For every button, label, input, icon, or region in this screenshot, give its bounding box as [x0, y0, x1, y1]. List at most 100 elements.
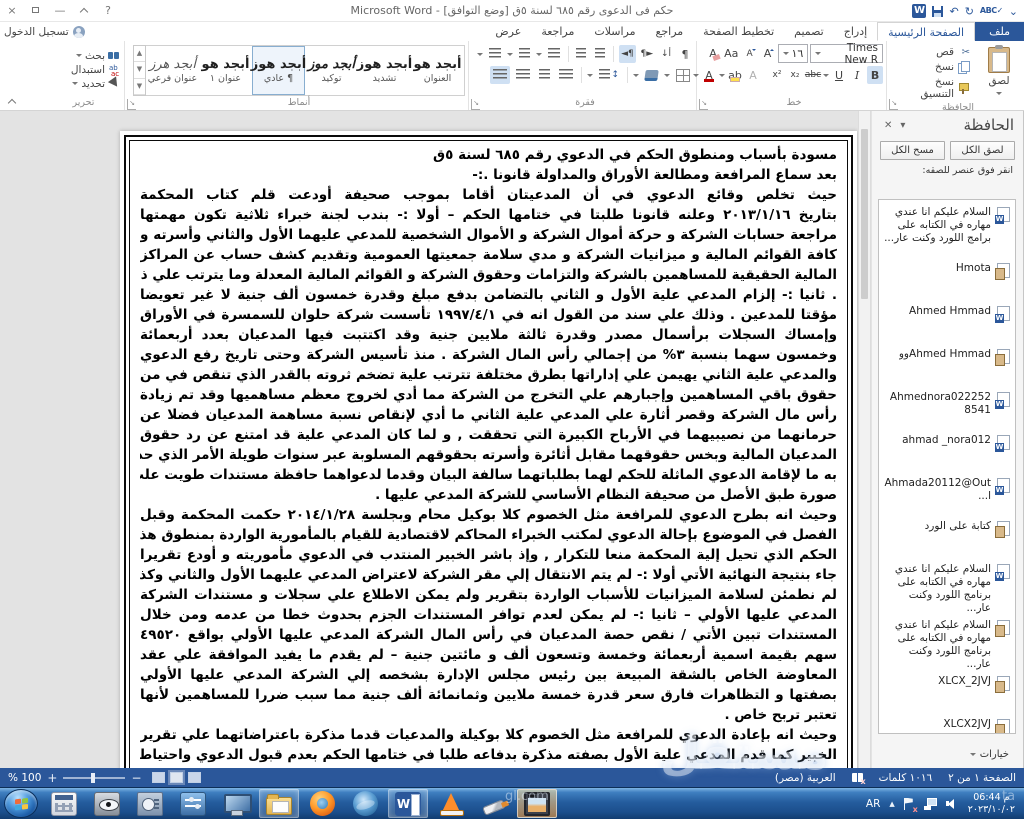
cut-button[interactable]: قص [895, 45, 973, 59]
language-indicator[interactable]: العربية (مصر) [775, 772, 836, 784]
close-icon[interactable]: × [0, 0, 24, 22]
sort-button[interactable]: أ↓ [658, 45, 674, 63]
ribbon-tab[interactable]: عرض [485, 22, 531, 41]
shading-icon[interactable] [642, 66, 661, 84]
save-icon[interactable] [932, 6, 943, 17]
align-left-icon[interactable] [513, 66, 533, 84]
bullet-list-icon[interactable] [486, 45, 504, 63]
italic-button[interactable]: I [849, 66, 865, 84]
clipboard-item[interactable]: السلام عليكم انا عندي مهاره في الكتابه ع… [882, 617, 1012, 673]
redo-icon[interactable]: ↻ [965, 6, 974, 17]
font-color-button[interactable]: A [701, 66, 717, 84]
style-item[interactable]: أبجد هو عنوان ١ [199, 46, 252, 95]
shrink-font-button[interactable]: A [742, 45, 758, 63]
paste-all-button[interactable]: لصق الكل [950, 141, 1015, 160]
pane-close-icon[interactable]: ✕ [880, 120, 896, 131]
strikethrough-button[interactable]: abc [805, 66, 821, 84]
show-hidden-icons-icon[interactable]: ▲ [889, 800, 894, 808]
undo-icon[interactable]: ↶ [949, 6, 958, 17]
numbering-dropdown-icon[interactable] [507, 53, 513, 59]
clipboard-item[interactable]: Ahmed Hmmadوو [882, 346, 1012, 389]
taskbar-app[interactable] [173, 789, 213, 818]
numbered-list-icon[interactable] [516, 45, 534, 63]
tab-file[interactable]: ملف [975, 22, 1024, 41]
multilevel-dropdown-icon[interactable] [536, 53, 542, 59]
clipboard-item[interactable]: ahmad _nora012 [882, 432, 1012, 475]
text-effects-button[interactable]: A [745, 66, 761, 84]
zoom-slider[interactable] [63, 777, 125, 779]
clipboard-item[interactable]: Ahmada20112@Outl... [882, 475, 1012, 518]
show-marks-button[interactable]: ¶ [677, 45, 693, 63]
paste-button[interactable]: لصق [977, 43, 1021, 101]
clipboard-dialog-launcher-icon[interactable] [889, 99, 898, 108]
highlight-color-button[interactable]: ab [727, 66, 743, 84]
network-icon[interactable] [924, 798, 937, 810]
superscript-button[interactable]: x² [769, 66, 785, 84]
volume-icon[interactable] [946, 798, 959, 810]
word-count[interactable]: ١٠١٦ كلمات [879, 772, 933, 784]
paragraph-dialog-launcher-icon[interactable] [471, 99, 480, 108]
align-center-icon[interactable] [536, 66, 553, 84]
clear-formatting-button[interactable]: A [705, 45, 721, 63]
copy-button[interactable]: نسخ [895, 60, 973, 74]
align-right-icon[interactable] [556, 66, 576, 84]
ribbon-tab[interactable]: مراجعة [531, 22, 584, 41]
change-case-button[interactable]: Aa [723, 45, 740, 63]
taskbar-app[interactable] [345, 789, 385, 818]
clear-all-button[interactable]: مسح الكل [880, 141, 945, 160]
select-button[interactable]: تحديد [46, 78, 121, 90]
clipboard-item[interactable]: السلام عليكم انا عندي مهاره في الكتابه ع… [882, 561, 1012, 617]
underline-button[interactable]: U [831, 66, 847, 84]
ltr-direction-button[interactable]: ►¶ [639, 45, 655, 63]
read-mode-icon[interactable] [188, 772, 201, 783]
font-size-select[interactable]: ١٦ [778, 44, 809, 63]
start-button[interactable] [4, 789, 38, 818]
decrease-indent-icon[interactable] [592, 45, 608, 63]
style-item[interactable]: أبجد هو العنوان [411, 46, 464, 95]
taskbar-app[interactable] [474, 789, 514, 818]
web-layout-icon[interactable] [152, 772, 165, 783]
customize-qat-icon[interactable]: ⌄ [1009, 6, 1018, 17]
clipboard-item[interactable]: السلام عليكم انا عندي مهاره في الكتابه ع… [882, 204, 1012, 260]
ribbon-tab[interactable]: الصفحة الرئيسية [877, 22, 975, 41]
styles-dialog-launcher-icon[interactable] [127, 99, 136, 108]
ribbon-tab[interactable]: تخطيط الصفحة [693, 22, 784, 41]
zoom-slider-thumb[interactable] [91, 773, 95, 783]
clipboard-item[interactable]: Ahmed Hmmad [882, 303, 1012, 346]
page-indicator[interactable]: الصفحة ١ من ٢ [948, 772, 1016, 784]
clipboard-item[interactable]: كتابة على الورد [882, 518, 1012, 561]
clipboard-item[interactable]: XLCX_2JVJ [882, 673, 1012, 716]
rtl-direction-button[interactable]: ¶◄ [619, 45, 635, 63]
bullets-dropdown-icon[interactable] [477, 53, 483, 59]
action-center-flag-icon[interactable] [904, 798, 915, 810]
shading-dropdown-icon[interactable] [633, 74, 639, 80]
pane-dropdown-icon[interactable]: ▾ [896, 120, 909, 131]
taskbar-app[interactable] [130, 789, 170, 818]
taskbar-app[interactable] [259, 789, 299, 818]
taskbar-app[interactable] [388, 789, 428, 818]
zoom-level[interactable]: 100 % [8, 772, 41, 784]
ribbon-tab[interactable]: إدراج [834, 22, 877, 41]
borders-icon[interactable] [673, 66, 693, 84]
ribbon-display-options-icon[interactable] [72, 0, 96, 22]
taskbar-app[interactable] [517, 789, 557, 818]
scrollbar-thumb[interactable] [861, 129, 868, 299]
minimize-icon[interactable]: — [48, 0, 72, 22]
clipboard-item[interactable]: Hmota [882, 260, 1012, 303]
ribbon-tab[interactable]: مراجع [646, 22, 694, 41]
find-button[interactable]: بحث [46, 50, 121, 62]
replace-button[interactable]: استبدال [46, 64, 121, 76]
justify-icon[interactable] [490, 66, 510, 84]
taskbar-app[interactable] [216, 789, 256, 818]
clipboard-item[interactable]: XLCX2JVJ [882, 716, 1012, 734]
underline-dropdown-icon[interactable] [823, 74, 829, 80]
help-icon[interactable]: ? [96, 0, 120, 22]
language-button[interactable]: AR [866, 798, 880, 810]
line-spacing-dropdown-icon[interactable] [587, 74, 593, 80]
spellcheck-icon[interactable]: ABC✓ [980, 7, 1003, 15]
subscript-button[interactable]: x₂ [787, 66, 803, 84]
vertical-scrollbar[interactable] [858, 111, 871, 768]
ribbon-tab[interactable]: مراسلات [584, 22, 645, 41]
font-family-select[interactable]: Times New R [810, 44, 883, 63]
clipboard-options-button[interactable]: خيارات [970, 749, 1009, 760]
